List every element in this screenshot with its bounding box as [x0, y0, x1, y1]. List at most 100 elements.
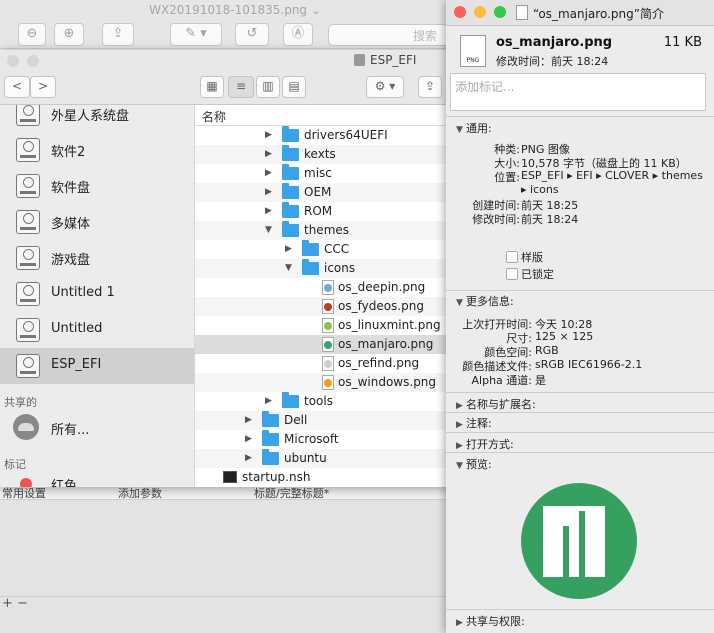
- close-button[interactable]: [7, 55, 19, 67]
- disclosure-open-icon[interactable]: ▼: [265, 225, 272, 235]
- divider: [446, 392, 714, 393]
- file-row[interactable]: os_refind.png: [195, 354, 470, 373]
- file-row[interactable]: ▶ drivers64UEFI: [195, 126, 470, 145]
- share-icon[interactable]: ⇪: [418, 76, 442, 98]
- file-row[interactable]: ▶ CCC: [195, 240, 470, 259]
- sidebar-item-disk[interactable]: 软件2: [0, 132, 194, 168]
- locked-checkbox[interactable]: [506, 268, 518, 280]
- zoom-in-icon[interactable]: ⊕: [54, 23, 84, 46]
- file-row[interactable]: ▶ tools: [195, 392, 470, 411]
- section-general[interactable]: ▼ 通用:: [456, 120, 492, 136]
- sidebar-item-disk[interactable]: 多媒体: [0, 204, 194, 240]
- file-row-label: Microsoft: [284, 432, 339, 446]
- file-row[interactable]: ▶ misc: [195, 164, 470, 183]
- file-row-label: drivers64UEFI: [304, 128, 388, 142]
- folder-icon: [262, 430, 279, 446]
- disclosure-closed-icon[interactable]: ▶: [245, 434, 252, 444]
- disclosure-open-icon: ▼: [456, 298, 463, 308]
- where-value-continued: ▸ icons: [521, 183, 559, 196]
- forward-button[interactable]: >: [30, 76, 56, 98]
- disclosure-closed-icon[interactable]: ▶: [265, 396, 272, 406]
- disk-icon: [16, 282, 40, 306]
- file-row[interactable]: ▶ Microsoft: [195, 430, 470, 449]
- icon-view-icon[interactable]: ▦: [200, 76, 224, 98]
- column-header-name[interactable]: 名称: [195, 105, 470, 126]
- file-row[interactable]: ▼ themes: [195, 221, 470, 240]
- disclosure-closed-icon[interactable]: ▶: [265, 187, 272, 197]
- file-row[interactable]: ▶ ROM: [195, 202, 470, 221]
- list-view-icon[interactable]: ≡: [228, 76, 254, 98]
- tags-input[interactable]: 添加标记...: [450, 73, 706, 111]
- section-comments[interactable]: ▶ 注释:: [456, 415, 492, 431]
- info-summary: PNG os_manjaro.png 11 KB 修改时间：前天 18:24: [446, 26, 714, 72]
- file-row[interactable]: os_linuxmint.png: [195, 316, 470, 335]
- file-row-label: os_fydeos.png: [338, 299, 424, 313]
- sidebar-item-disk[interactable]: 游戏盘: [0, 240, 194, 276]
- zoom-button[interactable]: [494, 6, 506, 18]
- info-window: “os_manjaro.png”简介 PNG os_manjaro.png 11…: [446, 0, 714, 633]
- section-more-info[interactable]: ▼ 更多信息:: [456, 293, 514, 309]
- sidebar-item-label: 多媒体: [51, 217, 91, 232]
- section-label: 注释:: [466, 417, 492, 430]
- rotate-icon[interactable]: ↺: [235, 23, 269, 46]
- divider: [446, 412, 714, 413]
- disclosure-closed-icon[interactable]: ▶: [265, 130, 272, 140]
- disclosure-closed-icon[interactable]: ▶: [265, 206, 272, 216]
- section-name-extension[interactable]: ▶ 名称与扩展名:: [456, 396, 536, 412]
- gallery-view-icon[interactable]: ▤: [282, 76, 306, 98]
- column-view-icon[interactable]: ▥: [256, 76, 280, 98]
- file-row[interactable]: ▼ icons: [195, 259, 470, 278]
- add-remove-buttons[interactable]: + −: [2, 596, 28, 611]
- disclosure-closed-icon[interactable]: ▶: [285, 244, 292, 254]
- action-gear-icon[interactable]: ⚙ ▾: [366, 76, 404, 98]
- markup-toolbar-icon[interactable]: Ⓐ: [283, 23, 313, 46]
- section-preview[interactable]: ▼ 预览:: [456, 456, 492, 472]
- section-sharing-permissions[interactable]: ▶ 共享与权限:: [456, 613, 525, 629]
- disclosure-closed-icon[interactable]: ▶: [265, 168, 272, 178]
- file-row[interactable]: ▶ Dell: [195, 411, 470, 430]
- file-row-label: os_manjaro.png: [338, 337, 434, 351]
- disclosure-open-icon: ▼: [456, 461, 463, 471]
- file-row[interactable]: os_windows.png: [195, 373, 470, 392]
- minimize-button[interactable]: [474, 6, 486, 18]
- png-file-icon: [322, 280, 334, 295]
- file-row-label: themes: [304, 223, 350, 237]
- search-input[interactable]: 搜索: [328, 24, 450, 46]
- file-row[interactable]: os_manjaro.png: [195, 335, 470, 354]
- disk-icon: [16, 246, 40, 270]
- sidebar-item-disk[interactable]: 软件盘: [0, 168, 194, 204]
- markup-pen-icon[interactable]: ✎ ▾: [170, 23, 222, 46]
- disk-icon: [16, 105, 40, 126]
- sidebar-item-disk[interactable]: Untitled 1: [0, 276, 194, 312]
- modified-summary: 修改时间：前天 18:24: [496, 55, 609, 68]
- disclosure-closed-icon[interactable]: ▶: [245, 453, 252, 463]
- file-row-label: startup.nsh: [242, 470, 311, 484]
- sidebar-item-label: 游戏盘: [51, 253, 91, 268]
- sidebar-item-esp-efi[interactable]: ESP_EFI: [0, 348, 194, 384]
- file-row[interactable]: os_deepin.png: [195, 278, 470, 297]
- folder-icon: [282, 392, 299, 408]
- sidebar-item-tag-red[interactable]: 红色: [0, 472, 194, 487]
- file-row[interactable]: ▶ ubuntu: [195, 449, 470, 468]
- sidebar-item-all-shared[interactable]: 所有...: [0, 410, 194, 446]
- disclosure-open-icon[interactable]: ▼: [285, 263, 292, 273]
- folder-icon: [282, 183, 299, 199]
- info-titlebar: “os_manjaro.png”简介: [446, 0, 714, 26]
- close-button[interactable]: [454, 6, 466, 18]
- disclosure-closed-icon[interactable]: ▶: [265, 149, 272, 159]
- share-icon[interactable]: ⇪: [102, 23, 134, 46]
- file-row[interactable]: startup.nsh: [195, 468, 470, 487]
- disk-icon: [16, 138, 40, 162]
- disclosure-closed-icon[interactable]: ▶: [245, 415, 252, 425]
- section-open-with[interactable]: ▶ 打开方式:: [456, 436, 514, 452]
- sidebar-item-disk[interactable]: Untitled: [0, 312, 194, 348]
- back-button[interactable]: <: [4, 76, 30, 98]
- stationery-checkbox[interactable]: [506, 251, 518, 263]
- file-row[interactable]: ▶ kexts: [195, 145, 470, 164]
- preview-content: [0, 487, 470, 633]
- file-row[interactable]: os_fydeos.png: [195, 297, 470, 316]
- sidebar-item-disk[interactable]: 外星人系统盘: [0, 105, 194, 132]
- file-row[interactable]: ▶ OEM: [195, 183, 470, 202]
- minimize-button[interactable]: [27, 55, 39, 67]
- zoom-out-icon[interactable]: ⊖: [18, 23, 46, 46]
